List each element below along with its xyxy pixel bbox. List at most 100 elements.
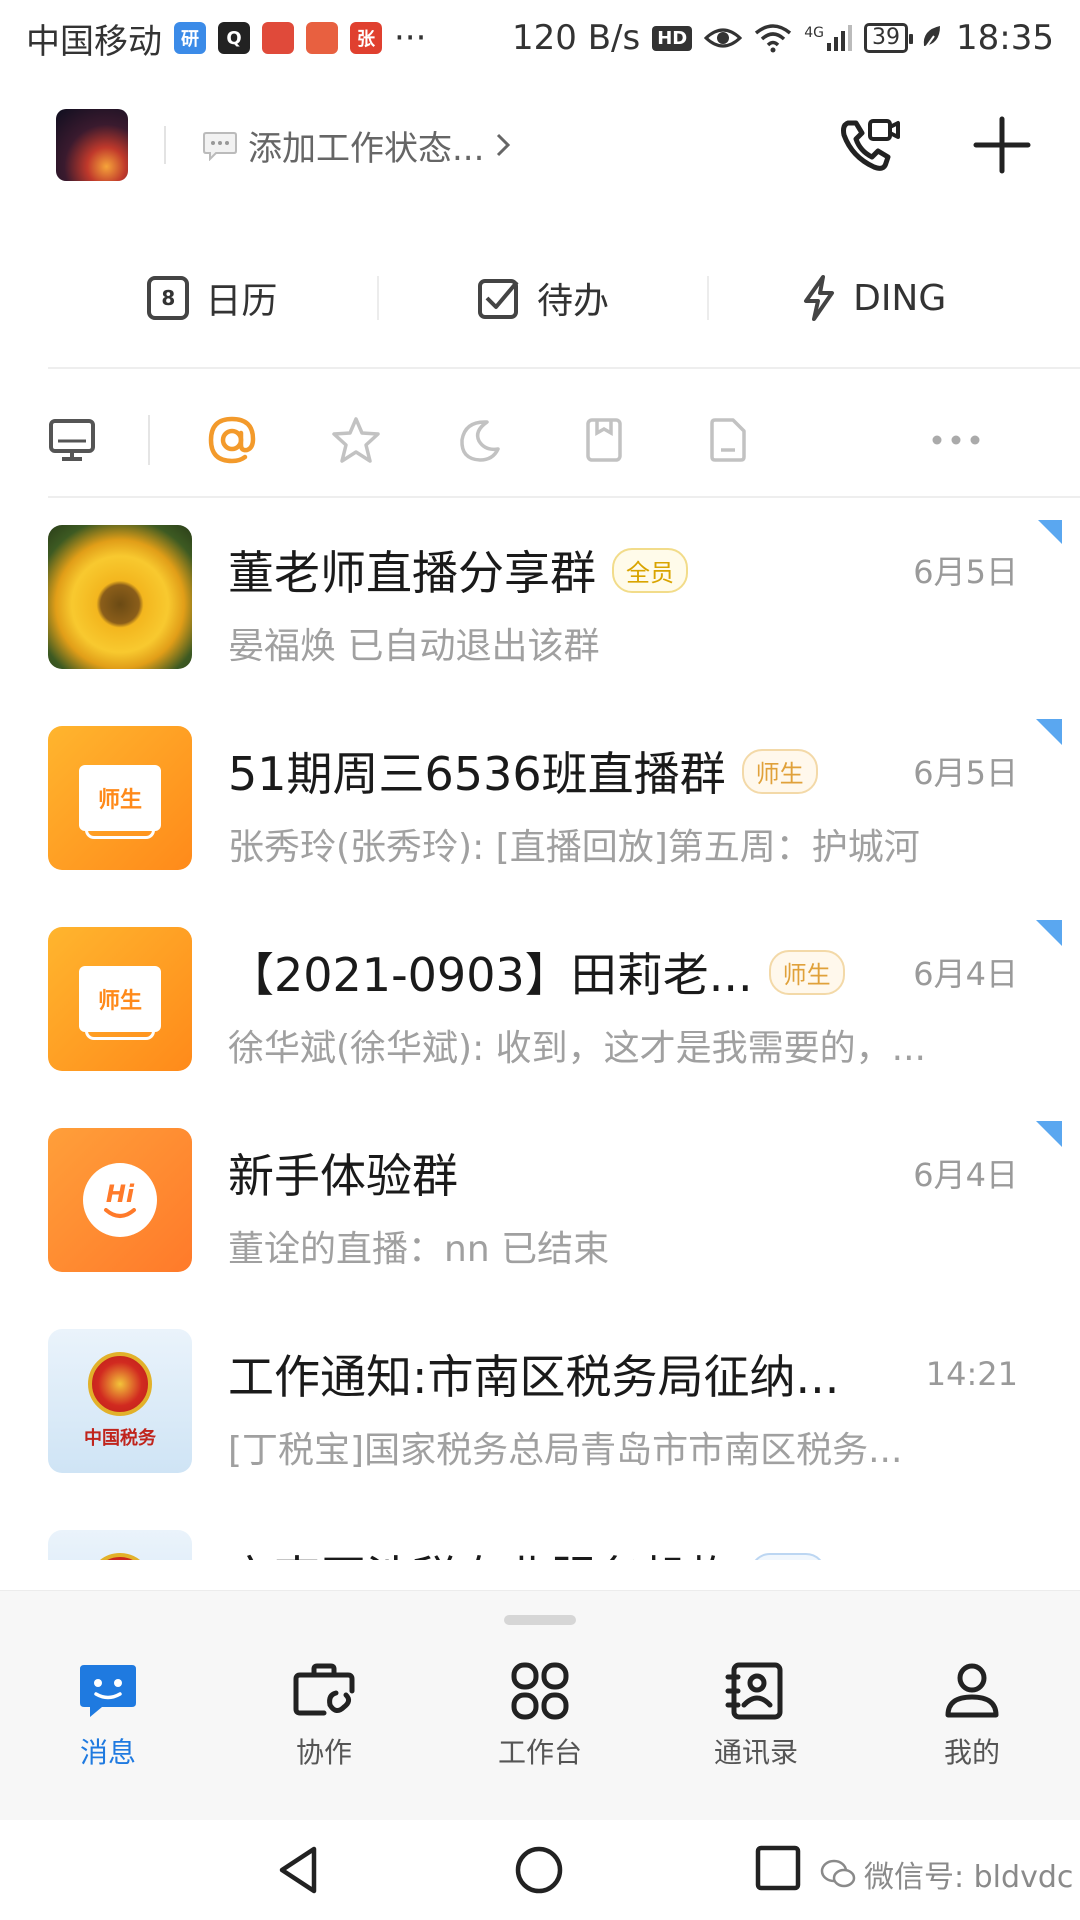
tab-workbench[interactable]: 工作台 — [460, 1661, 620, 1771]
filter-starred[interactable] — [294, 416, 418, 464]
chat-list-item[interactable]: Hi 新手体验群 6月4日 董诠的直播：nn 已结束 — [0, 1121, 1080, 1324]
tab-collaboration[interactable]: 协作 — [244, 1661, 404, 1771]
filter-mentions[interactable] — [170, 415, 294, 465]
group-tag: 师生 — [741, 748, 818, 794]
tab-label: 通讯录 — [713, 1736, 798, 1769]
tab-contacts[interactable]: 通讯录 — [676, 1661, 836, 1771]
chat-list-item[interactable]: 中国税务 市南区涉税专业服务机构 内部 昨天 — [0, 1525, 1080, 1560]
chat-list: 董老师直播分享群 全员 6月5日 晏福焕 已自动退出该群 师生 51期周三653… — [0, 520, 1080, 1560]
chat-title: 【2021-0903】田莉老... — [228, 948, 753, 1002]
tab-label: 协作 — [295, 1736, 352, 1769]
pinned-marker — [1036, 719, 1062, 745]
user-avatar[interactable] — [56, 109, 128, 181]
calendar-icon: 8 — [147, 276, 190, 320]
work-status-label: 添加工作状态... — [248, 128, 485, 169]
app-notification-icon: 研 — [174, 22, 206, 54]
bookmark-icon — [586, 418, 622, 462]
chat-preview: 张秀玲(张秀玲): [直播回放]第五周：护城河 — [228, 827, 920, 868]
chat-time: 6月4日 — [913, 955, 1018, 993]
top-header: 添加工作状态... — [0, 90, 1080, 200]
watermark-text: 微信号: bldvdc — [864, 1860, 1074, 1895]
chat-time: 昨天 — [954, 1552, 1018, 1560]
group-avatar: 师生 — [48, 927, 192, 1071]
eye-icon — [704, 28, 743, 48]
divider — [48, 367, 1080, 369]
todo-button[interactable]: 待办 — [379, 272, 708, 324]
signal-icon: 4G — [804, 25, 853, 51]
chat-time: 6月4日 — [913, 1156, 1018, 1194]
app-notification-icon — [262, 22, 294, 54]
at-icon — [208, 416, 256, 464]
filter-saved[interactable] — [542, 417, 666, 463]
divider — [164, 126, 166, 164]
group-tag: 师生 — [768, 949, 845, 995]
more-icon — [932, 435, 980, 445]
filter-recent[interactable] — [418, 417, 542, 463]
calendar-label: 日历 — [205, 281, 278, 322]
add-icon[interactable] — [972, 115, 1032, 175]
chat-preview: [丁税宝]国家税务总局青岛市市南区税务... — [228, 1430, 903, 1471]
chat-list-item[interactable]: 师生 【2021-0903】田莉老... 师生 6月4日 徐华斌(徐华斌): 收… — [0, 920, 1080, 1123]
calendar-button[interactable]: 8 日历 — [48, 272, 377, 324]
work-status-button[interactable]: 添加工作状态... — [202, 121, 512, 170]
tab-label: 我的 — [943, 1736, 1000, 1769]
back-icon[interactable] — [276, 1845, 320, 1895]
chat-preview: 徐华斌(徐华斌): 收到，这才是我需要的，... — [228, 1028, 926, 1069]
chat-list-item[interactable]: 师生 51期周三6536班直播群 师生 6月5日 张秀玲(张秀玲): [直播回放… — [0, 719, 1080, 922]
drag-handle[interactable] — [504, 1615, 576, 1625]
filter-bar — [48, 395, 1038, 485]
carrier-label: 中国移动 — [26, 21, 162, 62]
emblem-icon — [88, 1553, 152, 1560]
bottom-tab-bar: 消息 协作 工作台 通讯录 我的 — [0, 1590, 1080, 1820]
pinned-marker — [1036, 920, 1062, 946]
chat-list-item[interactable]: 董老师直播分享群 全员 6月5日 晏福焕 已自动退出该群 — [0, 520, 1080, 721]
leaf-icon — [923, 26, 941, 51]
tab-label: 工作台 — [497, 1736, 582, 1769]
todo-label: 待办 — [537, 281, 610, 322]
ding-label: DING — [853, 277, 947, 319]
tab-me[interactable]: 我的 — [892, 1661, 1052, 1771]
tab-messages[interactable]: 消息 — [28, 1661, 188, 1771]
video-call-icon[interactable] — [838, 115, 902, 175]
quick-actions-bar: 8 日历 待办 DING — [48, 250, 1038, 346]
hi-text: Hi — [105, 1180, 135, 1208]
chat-time: 6月5日 — [913, 553, 1018, 591]
clock-icon — [460, 420, 500, 462]
clock-time: 18:35 — [956, 18, 1054, 58]
book-icon: 师生 — [79, 765, 161, 839]
system-navigation-bar: 微信号: bldvdc — [0, 1820, 1080, 1920]
chat-title: 市南区涉税专业服务机构 — [228, 1542, 734, 1560]
wechat-watermark: 微信号: bldvdc — [820, 1852, 1073, 1896]
contacts-icon — [725, 1662, 783, 1720]
filter-documents[interactable] — [666, 417, 790, 463]
smile-icon — [104, 1208, 136, 1218]
filter-more[interactable] — [894, 434, 1018, 446]
emblem-icon — [88, 1352, 152, 1416]
recents-icon[interactable] — [755, 1845, 801, 1891]
chat-list-item[interactable]: 中国税务 工作通知:市南区税务局征纳... 14:21 [丁税宝]国家税务总局青… — [0, 1324, 1080, 1525]
home-icon[interactable] — [514, 1845, 564, 1895]
app-notification-icon — [306, 22, 338, 54]
checkbox-icon — [478, 279, 519, 319]
filter-all[interactable] — [48, 418, 148, 462]
divider — [48, 496, 1080, 498]
person-icon — [945, 1663, 999, 1718]
hd-badge: HD — [652, 25, 693, 51]
monitor-icon — [49, 419, 95, 461]
tab-label: 消息 — [79, 1736, 136, 1769]
group-avatar: 师生 — [48, 726, 192, 870]
group-avatar: 中国税务 — [48, 1329, 192, 1473]
chat-preview: 晏福焕 已自动退出该群 — [228, 626, 600, 667]
message-icon — [80, 1665, 136, 1717]
qq-icon: Q — [218, 22, 250, 54]
chat-bubble-icon — [203, 132, 237, 161]
hi-icon: Hi — [83, 1163, 157, 1237]
group-tag: 全员 — [612, 547, 688, 593]
chat-preview: 董诠的直播：nn 已结束 — [228, 1229, 610, 1270]
ding-button[interactable]: DING — [709, 274, 1038, 322]
grid-icon — [511, 1662, 569, 1720]
status-bar: 中国移动 研 Q 张 ··· 120 B/s HD 4G 39 18:35 — [0, 0, 1080, 76]
document-icon — [710, 418, 746, 462]
chat-time: 6月5日 — [913, 754, 1018, 792]
group-avatar: 中国税务 — [48, 1530, 192, 1560]
